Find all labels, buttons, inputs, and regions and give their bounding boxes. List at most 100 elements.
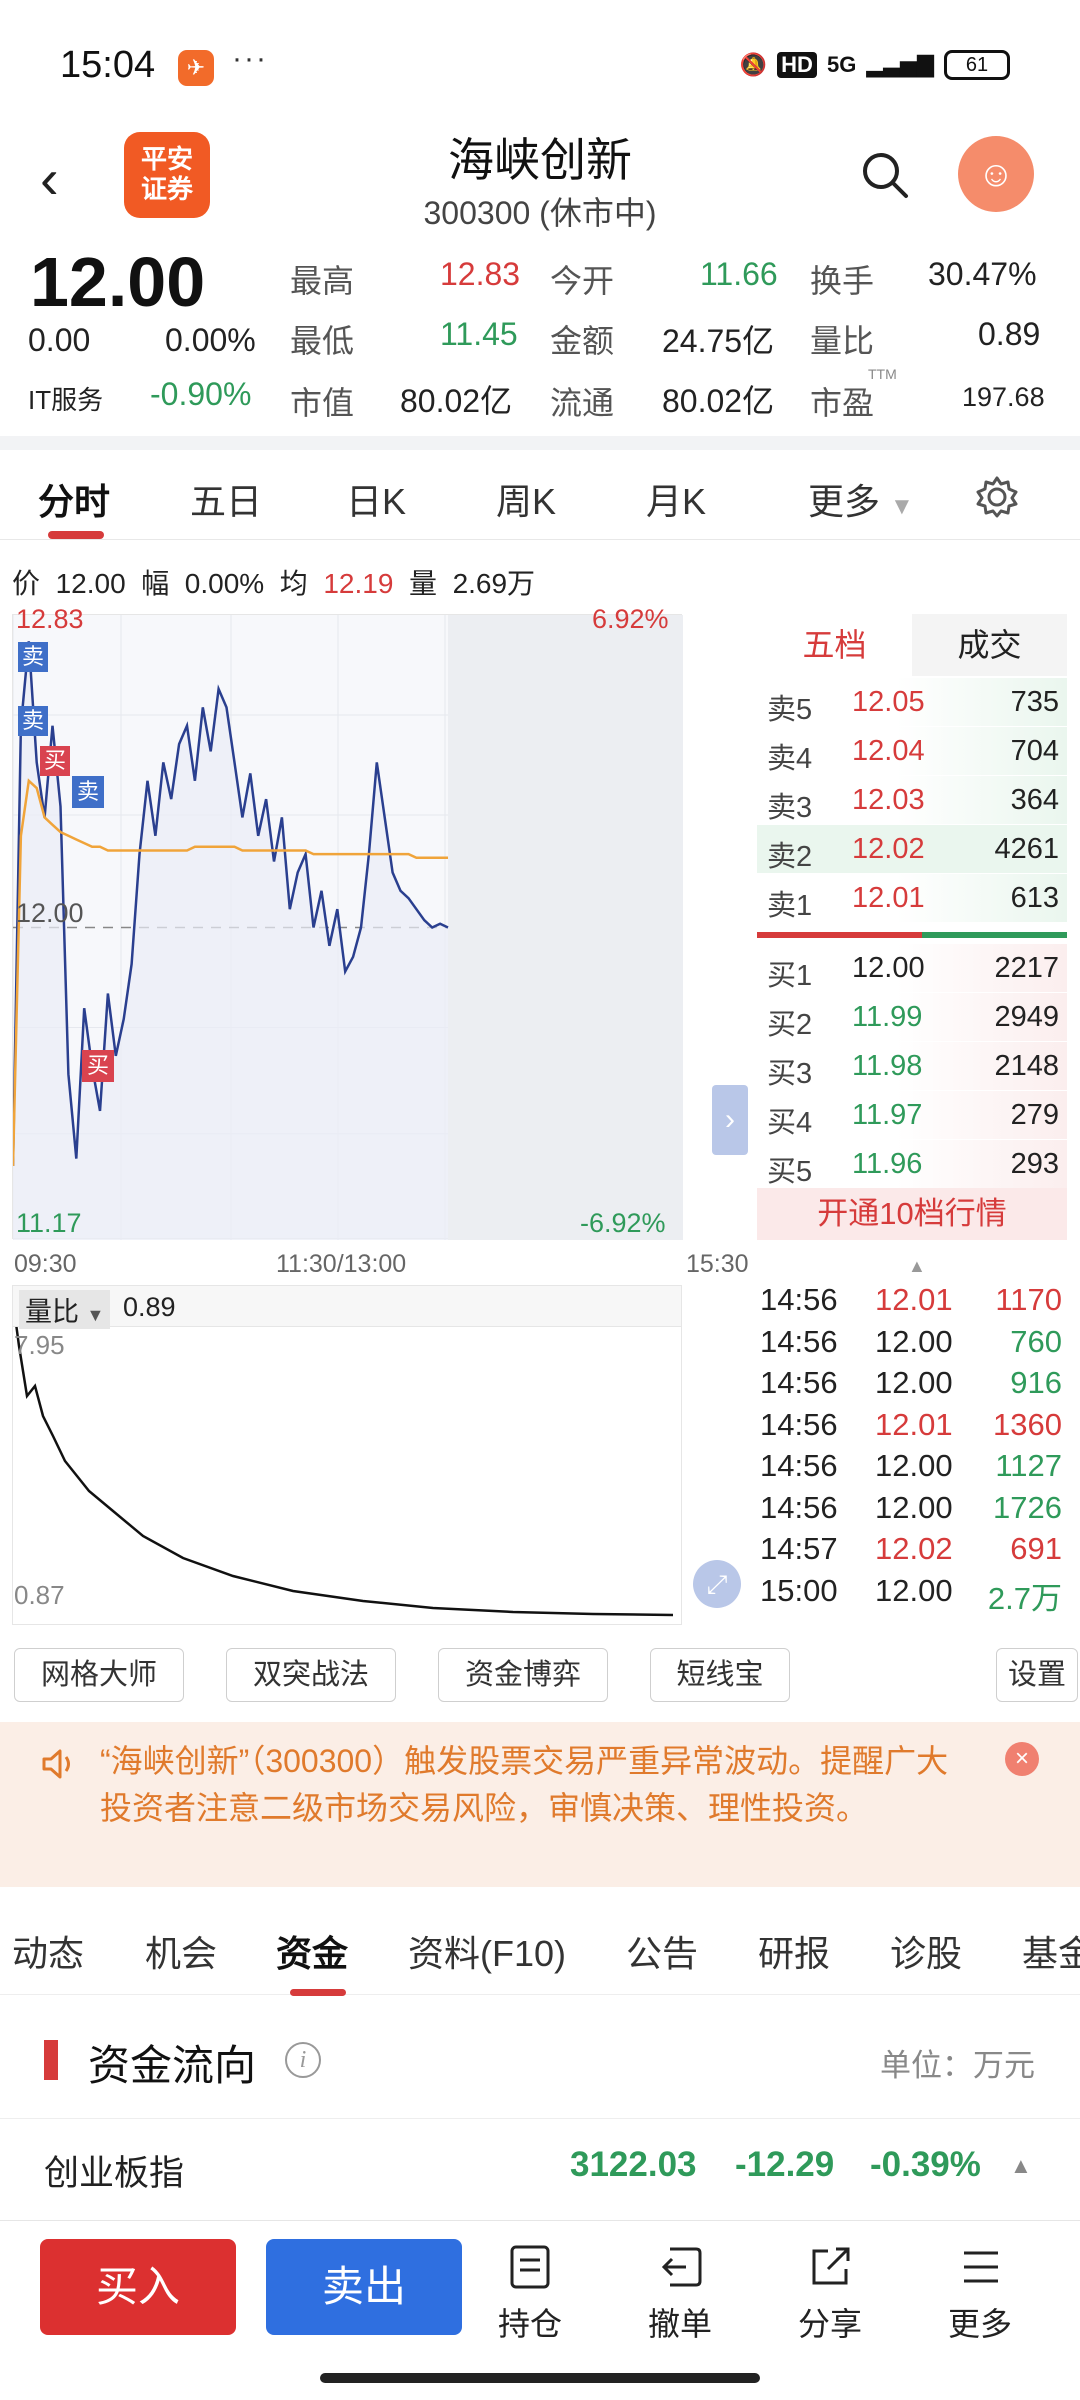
- bid-row[interactable]: 买2 11.99 2949: [757, 993, 1067, 1041]
- tab-five-levels[interactable]: 五档: [757, 614, 912, 676]
- ask-row[interactable]: 卖2 12.02 4261: [757, 825, 1067, 873]
- tab-underline: [48, 531, 104, 539]
- tab-announcements[interactable]: 公告: [626, 1925, 698, 1977]
- tab-fund[interactable]: 基金: [1022, 1925, 1080, 1977]
- more-label: 更多: [947, 2306, 1012, 2342]
- status-more: ···: [232, 42, 268, 75]
- open-10-levels-button[interactable]: 开通10档行情: [757, 1188, 1067, 1240]
- expand-right-icon[interactable]: ›: [712, 1085, 748, 1155]
- tab-monthly-k[interactable]: 月K: [646, 473, 706, 525]
- trade-volume: 2.7万: [987, 1580, 1062, 1616]
- tab-underline: [290, 1989, 346, 1996]
- level-price: 12.04: [852, 735, 925, 767]
- gear-icon[interactable]: [975, 475, 1019, 519]
- tab-research[interactable]: 研报: [758, 1925, 830, 1977]
- tab-intraday[interactable]: 分时: [38, 473, 110, 525]
- trade-price: 12.00: [875, 1365, 953, 1400]
- caret-up-icon[interactable]: ▲: [1010, 2153, 1032, 2179]
- sell-button[interactable]: 卖出: [266, 2239, 462, 2335]
- share-button[interactable]: 分享: [775, 2239, 885, 2345]
- indicator-select[interactable]: 量比 ▼: [19, 1290, 111, 1329]
- level-price: 11.98: [852, 1050, 923, 1082]
- index-row[interactable]: 创业板指 3122.03 -12.29 -0.39% ▲: [0, 2118, 1080, 2218]
- close-icon[interactable]: ×: [1005, 1742, 1039, 1776]
- tab-five-day[interactable]: 五日: [190, 473, 262, 525]
- tab-news[interactable]: 动态: [12, 1925, 84, 1977]
- indicator-select-label: 量比: [25, 1297, 79, 1327]
- mute-icon: 🔕: [739, 52, 768, 77]
- tab-more[interactable]: 更多 ▼: [808, 473, 914, 525]
- tool-double-break[interactable]: 双突战法: [226, 1648, 396, 1702]
- price-change: 0.00: [28, 322, 91, 358]
- turnover-label: 换手: [810, 263, 875, 299]
- ask-row[interactable]: 卖4 12.04 704: [757, 727, 1067, 775]
- trade-row: 14:56 12.00 1127: [760, 1448, 1070, 1490]
- trade-row: 14:57 12.02 691: [760, 1531, 1070, 1573]
- sector-name[interactable]: IT服务: [28, 380, 103, 417]
- ask-row[interactable]: 卖3 12.03 364: [757, 776, 1067, 824]
- bid-row[interactable]: 买3 11.98 2148: [757, 1042, 1067, 1090]
- tab-opportunity[interactable]: 机会: [145, 1925, 217, 1977]
- divider: [0, 436, 1080, 450]
- bid-row[interactable]: 买1 12.00 2217: [757, 944, 1067, 992]
- tab-funds[interactable]: 资金: [276, 1925, 348, 1977]
- level-label: 买1: [767, 960, 813, 992]
- positions-button[interactable]: 持仓: [475, 2239, 585, 2345]
- time-mid: 11:30/13:00: [276, 1250, 407, 1278]
- trade-volume: 916: [1010, 1365, 1062, 1400]
- trade-time: 14:56: [760, 1365, 838, 1400]
- avatar[interactable]: ☺: [958, 136, 1034, 212]
- tab-f10[interactable]: 资料(F10): [408, 1925, 566, 1977]
- ask-row[interactable]: 卖5 12.05 735: [757, 678, 1067, 726]
- hd-icon: HD: [777, 52, 817, 78]
- caret-up-icon[interactable]: ▲: [908, 1256, 926, 1277]
- vol-bottom: 0.87: [14, 1580, 65, 1610]
- index-change: -12.29: [735, 2145, 835, 2184]
- tool-settings[interactable]: 设置: [996, 1648, 1078, 1702]
- trade-volume: 760: [1010, 1323, 1062, 1359]
- trade-volume: 691: [1010, 1531, 1062, 1566]
- tool-grid-master[interactable]: 网格大师: [14, 1648, 184, 1702]
- chevron-left-icon[interactable]: ‹: [40, 146, 59, 211]
- tab-daily-k[interactable]: 日K: [346, 473, 406, 525]
- bid-row[interactable]: 买5 11.96 293: [757, 1140, 1067, 1188]
- level-volume: 279: [1010, 1099, 1059, 1131]
- sell-marker[interactable]: 卖: [18, 706, 48, 736]
- buy-button[interactable]: 买入: [40, 2239, 236, 2335]
- level-price: 11.99: [852, 1001, 923, 1033]
- trade-price: 12.00: [875, 1448, 953, 1483]
- tab-trades[interactable]: 成交: [912, 614, 1067, 676]
- vol-top: 7.95: [14, 1330, 65, 1360]
- info-avg: 12.19: [323, 568, 394, 599]
- trade-volume: 1170: [995, 1282, 1062, 1317]
- bid-row[interactable]: 买4 11.97 279: [757, 1091, 1067, 1139]
- fullscreen-icon[interactable]: ⤢: [693, 1560, 741, 1608]
- pe-value: 197.68: [962, 382, 1045, 412]
- mcap-value: 80.02亿: [400, 383, 513, 419]
- buy-marker[interactable]: 买: [40, 746, 70, 776]
- cancel-order-button[interactable]: 撤单: [625, 2239, 735, 2345]
- search-icon[interactable]: [860, 150, 910, 200]
- battery-icon: 61: [944, 50, 1010, 80]
- time-start: 09:30: [14, 1250, 77, 1278]
- index-pct: -0.39%: [870, 2145, 981, 2184]
- volratio-value: 0.89: [978, 316, 1041, 352]
- buy-marker[interactable]: 买: [82, 1050, 114, 1082]
- risk-alert-banner: “海峡创新”（300300）触发股票交易严重异常波动。提醒广大投资者注意二级市场…: [0, 1722, 1080, 1887]
- trade-price: 12.00: [875, 1572, 953, 1608]
- sell-marker[interactable]: 卖: [18, 642, 48, 672]
- sell-marker[interactable]: 卖: [72, 776, 104, 808]
- menu-icon: [964, 2251, 998, 2283]
- intraday-chart[interactable]: [12, 614, 683, 1240]
- home-indicator[interactable]: [320, 2373, 760, 2383]
- ask-row[interactable]: 卖1 12.01 613: [757, 874, 1067, 922]
- tab-diagnosis[interactable]: 诊股: [890, 1925, 962, 1977]
- info-icon[interactable]: i: [285, 2042, 321, 2078]
- tab-weekly-k[interactable]: 周K: [496, 473, 556, 525]
- trade-time: 14:56: [760, 1323, 838, 1359]
- low-value: 11.45: [440, 316, 518, 352]
- tool-short-term[interactable]: 短线宝: [650, 1648, 790, 1702]
- more-button[interactable]: 更多: [925, 2239, 1035, 2345]
- trade-price: 12.01: [875, 1282, 953, 1317]
- tool-fund-game[interactable]: 资金博弈: [438, 1648, 608, 1702]
